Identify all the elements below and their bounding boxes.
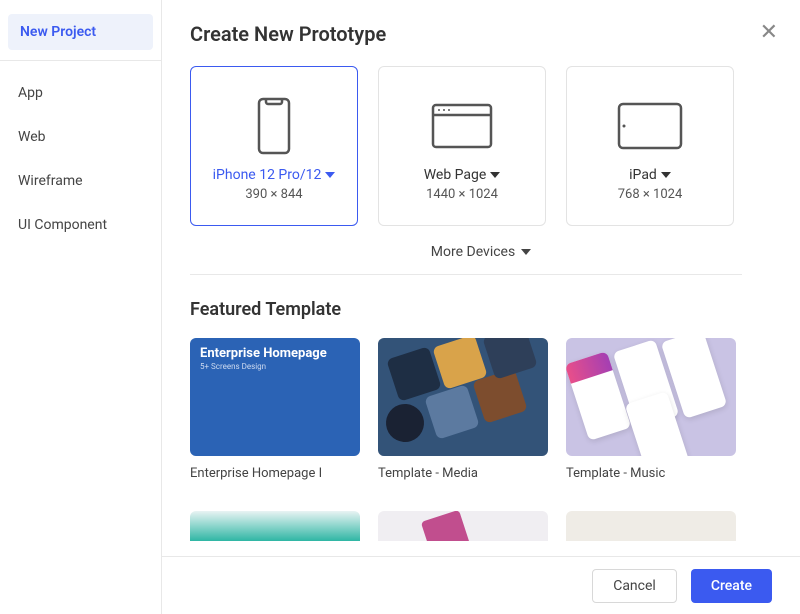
chevron-down-icon <box>661 172 671 178</box>
close-icon[interactable]: ✕ <box>760 22 778 44</box>
sidebar-item-app[interactable]: App <box>0 71 161 115</box>
more-devices-label: More Devices <box>431 244 515 260</box>
template-thumbnail <box>566 338 736 456</box>
ipad-icon <box>617 85 683 167</box>
cancel-button[interactable]: Cancel <box>592 569 677 603</box>
template-row: Enterprise Homepage 5+ Screens Design En… <box>190 338 772 481</box>
template-thumbnail-partial[interactable] <box>566 511 736 541</box>
footer: Cancel Create <box>162 556 800 614</box>
template-label: Template - Music <box>566 466 736 481</box>
device-name-label: iPhone 12 Pro/12 <box>213 167 322 183</box>
device-card-ipad[interactable]: iPad 768 × 1024 <box>566 66 734 226</box>
sidebar-item-wireframe[interactable]: Wireframe <box>0 159 161 203</box>
sidebar: New Project App Web Wireframe UI Compone… <box>0 0 162 614</box>
template-label: Template - Media <box>378 466 548 481</box>
device-row: iPhone 12 Pro/12 390 × 844 <box>190 66 772 226</box>
chevron-down-icon <box>490 172 500 178</box>
device-card-web[interactable]: Web Page 1440 × 1024 <box>378 66 546 226</box>
template-thumbnail-partial[interactable] <box>378 511 548 541</box>
device-name[interactable]: Web Page <box>424 167 501 183</box>
iphone-icon <box>257 85 291 167</box>
device-name[interactable]: iPhone 12 Pro/12 <box>213 167 336 183</box>
more-devices-button[interactable]: More Devices <box>190 244 772 260</box>
main-content: ✕ Create New Prototype iPhone 12 Pro/12 … <box>162 0 800 614</box>
page-title: Create New Prototype <box>190 22 772 46</box>
device-name[interactable]: iPad <box>629 167 671 183</box>
chevron-down-icon <box>325 172 335 178</box>
template-card-enterprise[interactable]: Enterprise Homepage 5+ Screens Design En… <box>190 338 360 481</box>
template-card-music[interactable]: Template - Music <box>566 338 736 481</box>
create-button[interactable]: Create <box>691 569 772 603</box>
sidebar-item-web[interactable]: Web <box>0 115 161 159</box>
device-card-iphone[interactable]: iPhone 12 Pro/12 390 × 844 <box>190 66 358 226</box>
divider <box>190 274 742 275</box>
template-thumbnail: Enterprise Homepage 5+ Screens Design <box>190 338 360 456</box>
device-dimensions: 768 × 1024 <box>618 187 683 202</box>
thumbnail-subtitle: 5+ Screens Design <box>190 361 360 371</box>
device-name-label: Web Page <box>424 167 487 183</box>
device-name-label: iPad <box>629 167 657 183</box>
template-card-media[interactable]: Template - Media <box>378 338 548 481</box>
featured-template-title: Featured Template <box>190 299 772 320</box>
chevron-down-icon <box>521 249 531 255</box>
thumbnail-title: Enterprise Homepage <box>190 338 360 361</box>
template-thumbnail <box>378 338 548 456</box>
device-dimensions: 390 × 844 <box>245 187 302 202</box>
device-dimensions: 1440 × 1024 <box>426 187 498 202</box>
browser-icon <box>431 85 493 167</box>
sidebar-item-ui-component[interactable]: UI Component <box>0 203 161 247</box>
template-thumbnail-partial[interactable] <box>190 511 360 541</box>
template-row-partial <box>190 511 772 541</box>
template-label: Enterprise Homepage I <box>190 466 360 481</box>
new-project-button[interactable]: New Project <box>8 14 153 50</box>
